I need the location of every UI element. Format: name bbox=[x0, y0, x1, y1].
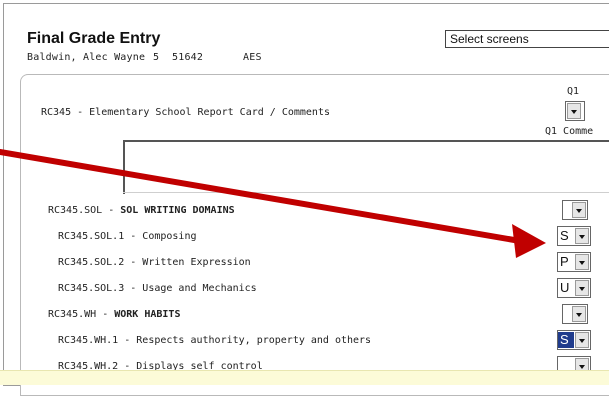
annotation-arrow-icon bbox=[0, 149, 546, 258]
